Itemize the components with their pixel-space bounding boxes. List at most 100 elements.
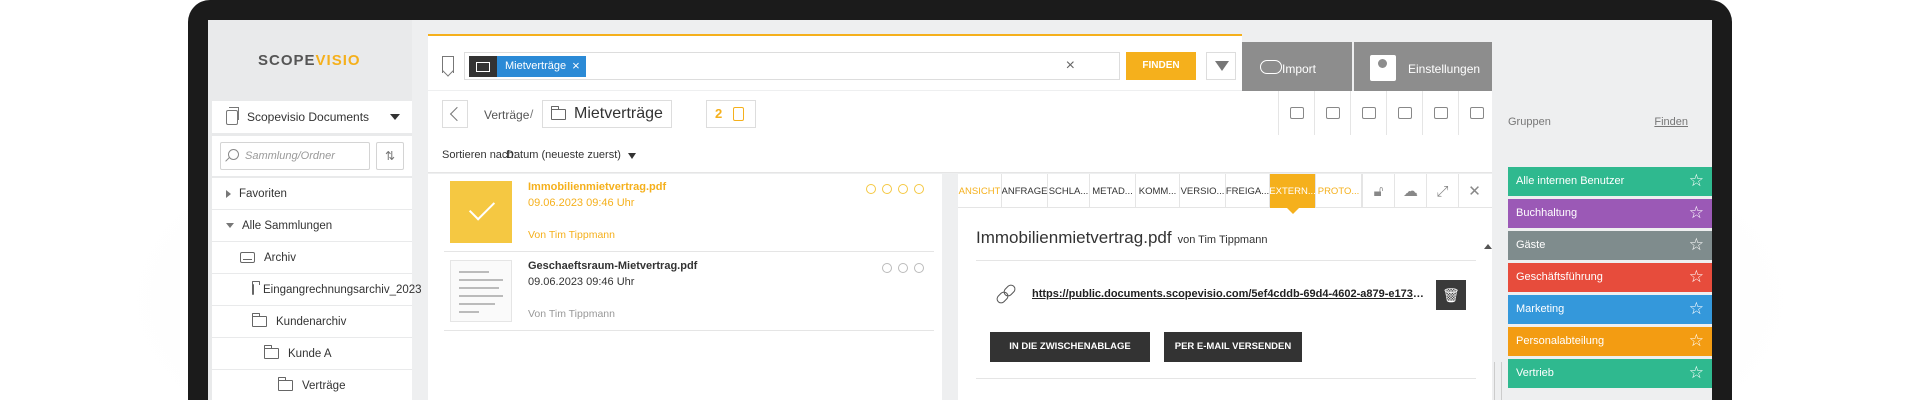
group-item[interactable]: Personalabteilung ☆ — [1508, 327, 1712, 356]
brand-logo: SCOPEVISIO — [258, 52, 361, 69]
search-chip[interactable]: Mietverträge × — [469, 56, 586, 77]
tab-freigaben[interactable]: FREIGA... — [1226, 174, 1270, 208]
group-item[interactable]: Alle internen Benutzer ☆ — [1508, 167, 1712, 196]
star-icon[interactable]: ☆ — [1689, 363, 1704, 383]
group-label: Buchhaltung — [1516, 207, 1578, 219]
breadcrumb-current: Mietverträge — [542, 100, 672, 128]
user-icon — [866, 184, 876, 194]
file-item[interactable]: Immobilienmietvertrag.pdf 09.06.2023 09:… — [444, 174, 934, 252]
tree-item-kundenarchiv[interactable]: Kundenarchiv — [212, 306, 412, 337]
sort-bar: Sortieren nach: Datum (neueste zuerst) — [428, 135, 1494, 173]
cloud-upload-icon[interactable] — [1386, 91, 1422, 135]
link-icon — [996, 284, 1016, 304]
filter-icon[interactable] — [1206, 52, 1236, 80]
contact-card-icon[interactable] — [1314, 91, 1350, 135]
collection-search-input[interactable]: Sammlung/Ordner — [220, 142, 370, 170]
search-input[interactable]: Mietverträge × × — [464, 52, 1120, 80]
groups-panel: Gruppen Finden Alle internen Benutzer ☆ B… — [1492, 40, 1712, 400]
trash-icon[interactable]: 🗑︎ — [1436, 280, 1466, 310]
sort-select[interactable]: Datum (neueste zuerst) — [506, 149, 621, 161]
star-icon[interactable]: ☆ — [1689, 299, 1704, 319]
tree-item-eingangrechnungsarchiv[interactable]: Eingangrechnungsarchiv_2023 — [212, 274, 422, 305]
file-author: Von Tim Tippmann — [528, 308, 615, 320]
panel-resize-handle[interactable] — [1494, 362, 1502, 400]
detail-panel: ANSICHT ANFRAGE SCHLA... METAD... KOMM..… — [958, 174, 1494, 400]
close-icon[interactable]: ✕ — [1458, 174, 1490, 208]
tab-extern[interactable]: EXTERN... — [1269, 174, 1316, 214]
tree-item-alle-sammlungen[interactable]: Alle Sammlungen — [212, 210, 412, 241]
folder-icon — [264, 345, 279, 359]
groups-find-link[interactable]: Finden — [1654, 116, 1688, 128]
star-icon[interactable]: ☆ — [1689, 267, 1704, 287]
tab-protokoll[interactable]: PROTO... — [1316, 174, 1362, 208]
breadcrumb-parent[interactable]: Verträge — [484, 108, 529, 122]
documents-icon — [226, 106, 239, 125]
copy-icon — [733, 107, 744, 121]
list-view-icon[interactable] — [1458, 91, 1494, 135]
star-icon[interactable]: ☆ — [1689, 331, 1704, 351]
group-item[interactable]: Marketing ☆ — [1508, 295, 1712, 324]
document-count: 2 — [715, 106, 723, 121]
copy-to-clipboard-button[interactable]: IN DIE ZWISCHENABLAGE KOPIEREN — [990, 332, 1150, 382]
tab-metadaten[interactable]: METAD... — [1090, 174, 1136, 208]
tree-item-label: Kunde A — [288, 347, 332, 360]
clear-search-icon[interactable]: × — [1066, 58, 1075, 74]
link-icon — [914, 184, 924, 194]
tree-item-favoriten[interactable]: Favoriten — [212, 178, 412, 209]
folder-actions — [1278, 91, 1494, 135]
chip-close-icon[interactable]: × — [572, 56, 586, 77]
folder-icon — [551, 105, 566, 120]
group-item[interactable]: Gäste ☆ — [1508, 231, 1712, 260]
back-button[interactable] — [442, 100, 468, 128]
import-button[interactable]: Import — [1242, 42, 1352, 96]
group-label: Geschäftsführung — [1516, 271, 1603, 283]
tree-item-label: Verträge — [302, 379, 346, 392]
group-item[interactable]: Buchhaltung ☆ — [1508, 199, 1712, 228]
expand-icon[interactable]: ⤢ — [1426, 174, 1458, 208]
star-icon[interactable]: ☆ — [1689, 235, 1704, 255]
tab-schlagworte[interactable]: SCHLA... — [1048, 174, 1090, 208]
chevron-down-icon[interactable] — [628, 153, 636, 159]
collection-search: Sammlung/Ordner ⇅ — [212, 136, 412, 176]
lock-icon[interactable]: 🔓︎ — [1362, 174, 1394, 208]
file-name: Immobilienmietvertrag.pdf — [528, 181, 667, 193]
collection-select-label: Scopevisio Documents — [247, 110, 370, 124]
group-label: Personalabteilung — [1516, 335, 1605, 347]
cloud-download-icon[interactable]: ☁︎ — [1394, 174, 1426, 208]
scrollbar[interactable] — [1484, 244, 1492, 400]
divider — [976, 378, 1476, 379]
collection-select[interactable]: Scopevisio Documents — [212, 101, 412, 133]
folder-icon — [469, 56, 497, 77]
tree-item-vertraege[interactable]: Verträge — [212, 370, 412, 400]
star-icon[interactable] — [1422, 91, 1458, 135]
detail-author: von Tim Tippmann — [1177, 234, 1268, 246]
tab-versionen[interactable]: VERSIO... — [1180, 174, 1226, 208]
settings-button[interactable]: Einstellungen — [1354, 42, 1494, 96]
document-count-button[interactable]: 2 — [706, 100, 756, 128]
tree-item-archiv[interactable]: Archiv — [212, 242, 412, 273]
tab-anfrage[interactable]: ANFRAGE — [1002, 174, 1048, 208]
tree-item-kunde-a[interactable]: Kunde A — [212, 338, 412, 369]
find-button[interactable]: FINDEN — [1126, 52, 1196, 80]
send-email-button[interactable]: PER E-MAIL VERSENDEN — [1164, 332, 1302, 362]
tab-ansicht[interactable]: ANSICHT — [958, 174, 1002, 208]
breadcrumb-current-label: Mietverträge — [574, 105, 663, 122]
sort-order-button[interactable]: ⇅ — [376, 142, 404, 170]
bookmark-icon[interactable] — [442, 56, 454, 73]
group-item[interactable]: Geschäftsführung ☆ — [1508, 263, 1712, 292]
tree-item-label: Eingangrechnungsarchiv_2023 — [263, 283, 422, 296]
detail-tabs: ANSICHT ANFRAGE SCHLA... METAD... KOMM..… — [958, 174, 1494, 214]
tab-kommentare[interactable]: KOMM... — [1136, 174, 1180, 208]
external-link-url[interactable]: https://public.documents.scopevisio.com/… — [1032, 288, 1424, 300]
breadcrumb: Verträge / Mietverträge 2 — [428, 91, 1494, 135]
share-icon — [914, 263, 924, 273]
star-icon[interactable]: ☆ — [1689, 171, 1704, 191]
groups-title: Gruppen — [1508, 116, 1551, 128]
link-icon[interactable] — [1350, 91, 1386, 135]
star-icon[interactable]: ☆ — [1689, 203, 1704, 223]
group-label: Alle internen Benutzer — [1516, 175, 1625, 187]
group-item[interactable]: Vertrieb ☆ — [1508, 359, 1712, 388]
detail-file-name: Immobilienmietvertrag.pdf — [976, 228, 1172, 247]
add-folder-icon[interactable] — [1278, 91, 1314, 135]
file-item[interactable]: Geschaeftsraum-Mietvertrag.pdf 09.06.202… — [444, 253, 934, 331]
